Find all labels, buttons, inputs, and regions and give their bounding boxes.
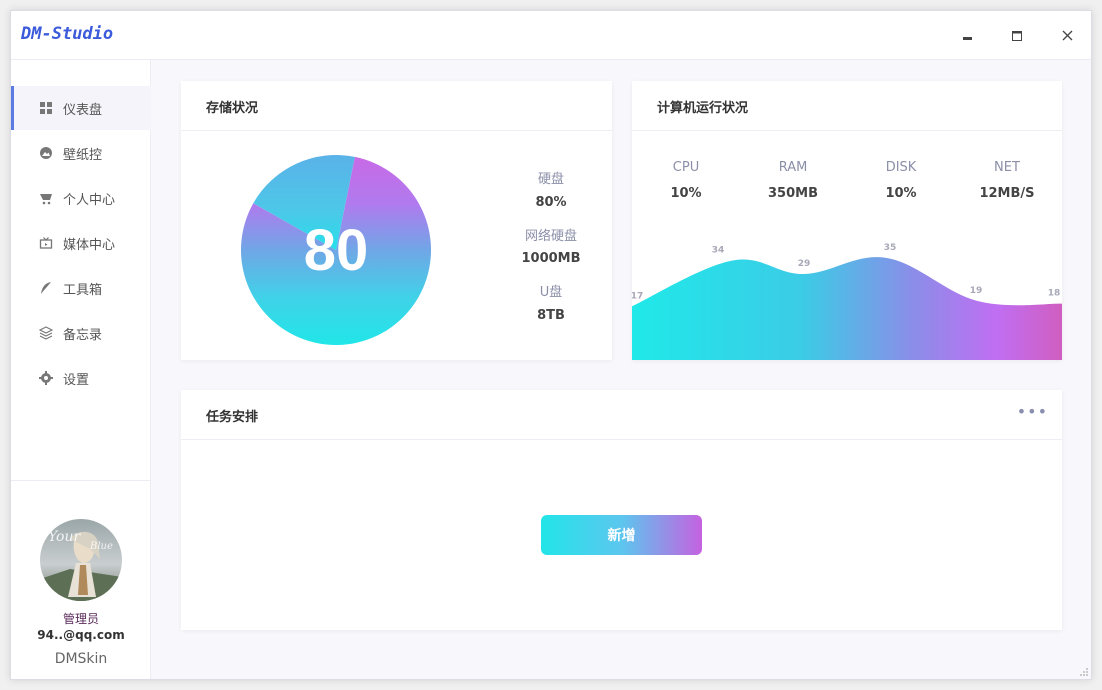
sidebar-item-label: 媒体中心 bbox=[63, 237, 116, 253]
close-button[interactable] bbox=[1055, 24, 1079, 48]
system-status-card: 计算机运行状况 CPU 10% RAM 350MB DISK 10% NET 1… bbox=[632, 81, 1062, 360]
sidebar: 仪表盘 壁纸控 个人中心 媒体中心 工具箱 备忘录 设置 Your Blue 管… bbox=[11, 60, 151, 679]
sidebar-item-label: 备忘录 bbox=[63, 327, 103, 343]
sidebar-item-label: 个人中心 bbox=[63, 192, 116, 208]
area-series bbox=[632, 257, 1062, 360]
disk-value: 80% bbox=[535, 195, 567, 210]
sidebar-item-wallpaper[interactable]: 壁纸控 bbox=[11, 131, 151, 175]
area-data-label: 35 bbox=[884, 243, 897, 253]
user-role: 管理员 bbox=[62, 612, 99, 626]
cpu-label: CPU bbox=[672, 160, 700, 175]
svg-text:Blue: Blue bbox=[89, 541, 113, 552]
sidebar-item-memo[interactable]: 备忘录 bbox=[11, 311, 151, 355]
tv-icon bbox=[39, 237, 53, 249]
cloud-disk-value: 1000MB bbox=[521, 251, 581, 266]
app-window: DM-Studio 仪表盘 壁纸控 个人中心 媒体中心 工具箱 备忘录 设置 Y… bbox=[10, 10, 1092, 680]
tasks-card: 任务安排 ••• 新增 bbox=[181, 390, 1062, 630]
gear-icon bbox=[39, 371, 53, 385]
brand-label: DMSkin bbox=[54, 651, 108, 667]
area-data-label: 17 bbox=[632, 291, 643, 301]
maximize-icon bbox=[1012, 31, 1022, 41]
avatar[interactable]: Your Blue bbox=[40, 519, 122, 601]
close-icon bbox=[1062, 30, 1072, 41]
layers-icon bbox=[39, 326, 53, 340]
ram-label: RAM bbox=[778, 160, 808, 175]
sidebar-item-toolbox[interactable]: 工具箱 bbox=[11, 266, 151, 310]
usb-label: U盘 bbox=[539, 285, 563, 300]
maximize-button[interactable] bbox=[1005, 24, 1029, 48]
sidebar-item-label: 壁纸控 bbox=[63, 147, 103, 163]
sidebar-item-label: 工具箱 bbox=[63, 282, 103, 298]
card-divider bbox=[181, 439, 1062, 440]
cpu-value: 10% bbox=[670, 186, 702, 201]
system-card-title: 计算机运行状况 bbox=[657, 101, 749, 116]
sidebar-divider bbox=[11, 480, 150, 481]
tasks-card-title: 任务安排 bbox=[206, 410, 259, 425]
storage-pie-chart: 80 bbox=[241, 155, 431, 345]
add-task-button[interactable]: 新增 bbox=[541, 515, 702, 555]
net-label: NET bbox=[994, 160, 1020, 175]
usb-value: 8TB bbox=[537, 308, 565, 323]
disk-usage-label: DISK bbox=[885, 160, 917, 175]
image-icon bbox=[40, 147, 52, 159]
sidebar-item-label: 设置 bbox=[63, 372, 90, 388]
sidebar-item-settings[interactable]: 设置 bbox=[11, 356, 151, 400]
area-data-label: 29 bbox=[798, 259, 811, 269]
more-options-button[interactable]: ••• bbox=[1017, 404, 1048, 420]
net-value: 12MB/S bbox=[979, 186, 1035, 201]
svg-text:Your: Your bbox=[48, 529, 81, 545]
area-data-label: 19 bbox=[970, 286, 983, 296]
dashboard-icon bbox=[40, 102, 52, 114]
minimize-icon bbox=[963, 37, 972, 40]
storage-card: 存储状况 80 硬盘 80% 网络硬盘 1000MB U盘 8TB bbox=[181, 81, 612, 360]
sidebar-item-dashboard[interactable]: 仪表盘 bbox=[11, 86, 151, 130]
resize-grip-icon[interactable] bbox=[1079, 667, 1089, 677]
disk-usage-value: 10% bbox=[885, 186, 917, 201]
avatar-image: Your Blue bbox=[40, 519, 122, 601]
sidebar-item-label: 仪表盘 bbox=[63, 102, 103, 118]
card-divider bbox=[181, 130, 612, 131]
disk-label: 硬盘 bbox=[537, 172, 564, 187]
system-area-chart: 17 34 29 35 19 18 bbox=[632, 243, 1062, 360]
feather-icon bbox=[41, 282, 51, 294]
ram-value: 350MB bbox=[768, 186, 818, 201]
cart-icon bbox=[40, 194, 52, 205]
sidebar-item-profile[interactable]: 个人中心 bbox=[11, 176, 151, 220]
area-data-label: 34 bbox=[712, 246, 725, 256]
title-bar: DM-Studio bbox=[11, 11, 1091, 60]
cloud-disk-label: 网络硬盘 bbox=[524, 229, 577, 244]
storage-card-title: 存储状况 bbox=[206, 101, 259, 116]
card-divider bbox=[632, 130, 1062, 131]
user-email: 94..@qq.com bbox=[37, 628, 125, 642]
pie-center-label: 80 bbox=[304, 218, 369, 283]
minimize-button[interactable] bbox=[956, 24, 980, 48]
sidebar-item-media[interactable]: 媒体中心 bbox=[11, 221, 151, 265]
app-logo: DM-Studio bbox=[21, 24, 114, 44]
area-data-label: 18 bbox=[1048, 289, 1061, 299]
